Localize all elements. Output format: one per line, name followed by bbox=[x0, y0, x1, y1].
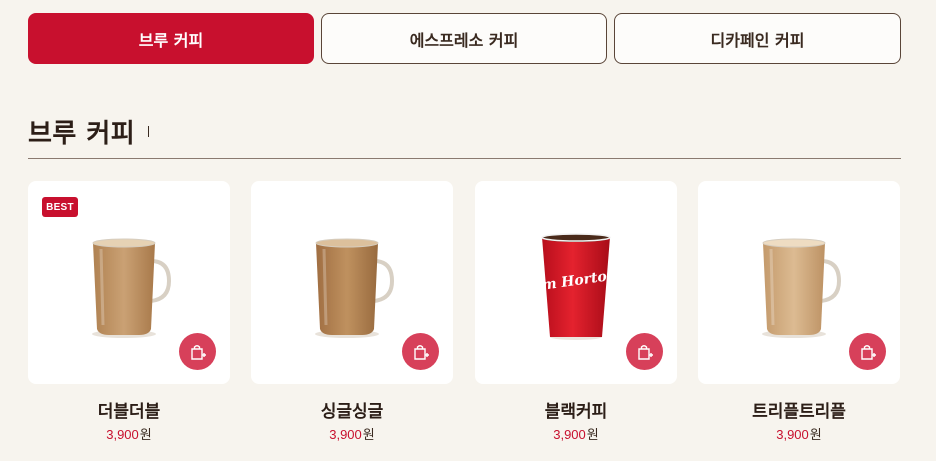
tim-hortons-cup-image: Tim Hortons bbox=[526, 233, 626, 340]
tab-decaf-coffee[interactable]: 디카페인 커피 bbox=[614, 13, 901, 64]
product-card-triple-triple[interactable] bbox=[698, 181, 900, 384]
add-to-cart-button[interactable] bbox=[179, 333, 216, 370]
shopping-bag-plus-icon bbox=[637, 344, 653, 360]
latte-mug-image bbox=[762, 238, 842, 338]
shopping-bag-plus-icon bbox=[413, 344, 429, 360]
product-price: 3,900원 bbox=[698, 424, 900, 443]
product-name[interactable]: 블랙커피 bbox=[475, 397, 677, 422]
price-unit: 원 bbox=[586, 427, 599, 442]
product-price: 3,900원 bbox=[251, 424, 453, 443]
price-unit: 원 bbox=[362, 427, 375, 442]
price-unit: 원 bbox=[139, 427, 152, 442]
price-unit: 원 bbox=[809, 427, 822, 442]
category-tabs: 브루 커피 에스프레소 커피 디카페인 커피 bbox=[28, 13, 901, 65]
price-value: 3,900 bbox=[329, 427, 362, 442]
section-title: 브루 커피 bbox=[28, 119, 136, 149]
product-price: 3,900원 bbox=[28, 424, 230, 443]
product-name[interactable]: 싱글싱글 bbox=[251, 397, 453, 422]
product-card-single-single[interactable] bbox=[251, 181, 453, 384]
product-card-black-coffee[interactable]: Tim Hortons bbox=[475, 181, 677, 384]
latte-mug-image bbox=[92, 238, 172, 338]
latte-mug-image bbox=[315, 238, 395, 338]
price-value: 3,900 bbox=[776, 427, 809, 442]
product-name[interactable]: 트리플트리플 bbox=[698, 397, 900, 422]
add-to-cart-button[interactable] bbox=[402, 333, 439, 370]
shopping-bag-plus-icon bbox=[860, 344, 876, 360]
tab-brew-coffee[interactable]: 브루 커피 bbox=[28, 13, 314, 64]
product-card-double-double[interactable]: BEST bbox=[28, 181, 230, 384]
section-divider bbox=[28, 158, 901, 159]
price-value: 3,900 bbox=[553, 427, 586, 442]
best-badge: BEST bbox=[42, 197, 78, 217]
shopping-bag-plus-icon bbox=[190, 344, 206, 360]
add-to-cart-button[interactable] bbox=[849, 333, 886, 370]
tab-espresso-coffee[interactable]: 에스프레소 커피 bbox=[321, 13, 607, 64]
product-price: 3,900원 bbox=[475, 424, 677, 443]
title-divider-mark bbox=[148, 126, 149, 137]
price-value: 3,900 bbox=[106, 427, 139, 442]
add-to-cart-button[interactable] bbox=[626, 333, 663, 370]
product-name[interactable]: 더블더블 bbox=[28, 397, 230, 422]
